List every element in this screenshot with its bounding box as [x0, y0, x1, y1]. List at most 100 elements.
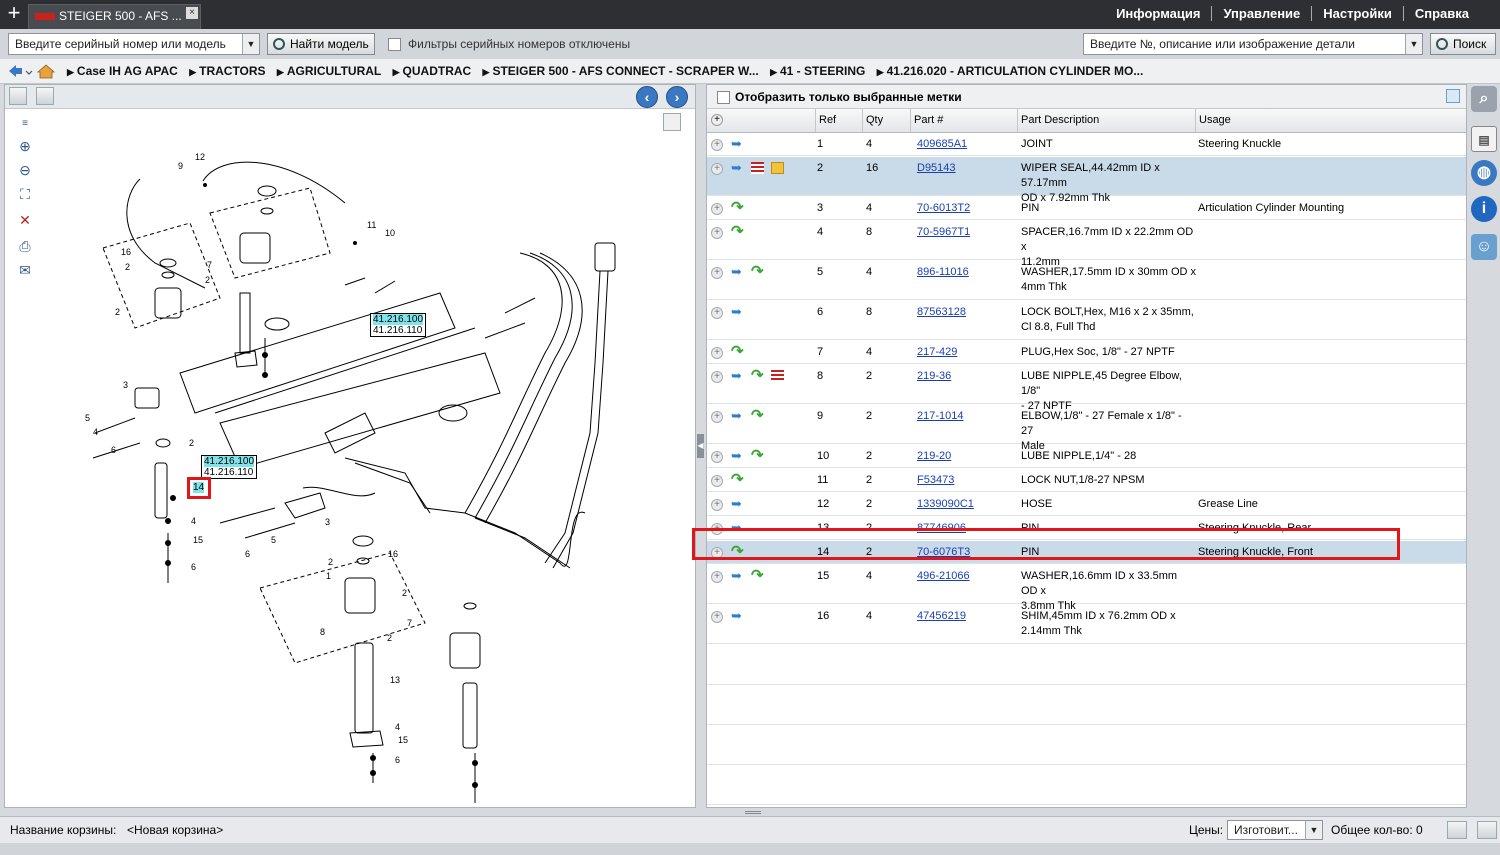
callout-upper-line2[interactable]: 41.216.110 — [373, 325, 423, 336]
table-row[interactable]: + ↷ 11 2 F53473 LOCK NUT,1/8-27 NPSM — [707, 469, 1466, 492]
table-row[interactable]: + ➥ 1 4 409685A1 JOINT Steering Knuckle — [707, 133, 1466, 156]
horizontal-splitter[interactable] — [0, 808, 1500, 816]
row-part-number-link[interactable]: 896-11016 — [917, 265, 969, 280]
related-link-icon[interactable]: ➥ — [731, 305, 745, 318]
clear-selection-icon[interactable]: ✕ — [16, 211, 34, 229]
row-part-number-link[interactable]: 219-20 — [917, 449, 951, 464]
replacement-arrow-icon[interactable]: ↷ — [731, 200, 747, 215]
back-home-icon[interactable] — [8, 64, 56, 79]
serial-filter-checkbox[interactable] — [388, 38, 401, 51]
replacement-arrow-icon[interactable]: ↷ — [751, 568, 767, 583]
new-tab-button[interactable]: + — [4, 2, 24, 26]
col-part-number[interactable]: Part # — [910, 109, 1018, 132]
zoom-out-icon[interactable]: ⊖ — [16, 161, 34, 179]
callout-upper-line1[interactable]: 41.216.100 — [373, 314, 424, 325]
add-to-cart-icon[interactable]: + — [711, 307, 723, 319]
col-usage[interactable]: Usage — [1195, 109, 1466, 132]
row-part-number-link[interactable]: 496-21066 — [917, 569, 970, 584]
callout-upper[interactable]: 41.216.100 41.216.110 — [370, 313, 427, 337]
table-row[interactable]: + ➥ 6 8 87563128 LOCK BOLT,Hex, M16 x 2 x 35m… — [707, 301, 1466, 340]
add-to-cart-icon[interactable]: + — [711, 227, 723, 239]
table-row[interactable]: + ↷ 7 4 217-429 PLUG,Hex Soc, 1/8" - 27 NPTF — [707, 341, 1466, 364]
forward-arrow-icon[interactable]: › — [666, 86, 688, 108]
menu-manage[interactable]: Управление — [1211, 6, 1311, 21]
callout-lower-line2[interactable]: 41.216.110 — [204, 467, 254, 478]
add-to-cart-icon[interactable]: + — [711, 475, 723, 487]
parts-diagram[interactable]: 1291110 162 72 2354 62415 6356 16212 7821… — [45, 113, 655, 803]
table-row[interactable]: + ➥ 2 16 D95143 WIPER SEAL,44.42mm ID x 57.17… — [707, 157, 1466, 204]
add-to-cart-icon[interactable]: + — [711, 371, 723, 383]
related-link-icon[interactable]: ➥ — [731, 161, 745, 174]
restore-window-icon[interactable] — [1447, 821, 1467, 839]
column-chooser-icon[interactable] — [1446, 89, 1460, 103]
add-to-cart-icon[interactable]: + — [711, 163, 723, 175]
print-icon[interactable]: ⎙ — [16, 237, 34, 255]
fit-to-window-icon[interactable]: ⛶ — [16, 185, 34, 203]
diagram-overview-toggle[interactable] — [663, 113, 681, 131]
next-page-icon[interactable] — [36, 87, 54, 105]
pane-splitter[interactable]: ◀ — [696, 84, 706, 808]
callout-lower-line1[interactable]: 41.216.100 — [204, 456, 255, 467]
crumb-assembly[interactable]: 41.216.020 - ARTICULATION CYLINDER MO... — [877, 64, 1144, 78]
zoom-in-icon[interactable]: ⊕ — [16, 137, 34, 155]
close-tab-icon[interactable]: × — [186, 7, 198, 19]
menu-settings[interactable]: Настройки — [1311, 6, 1403, 21]
table-row[interactable]: + ➥ ↷ 8 2 219-36 LUBE NIPPLE,45 Degree Elbow, … — [707, 365, 1466, 412]
crumb-tractors[interactable]: TRACTORS — [189, 64, 265, 78]
related-link-icon[interactable]: ➥ — [731, 569, 745, 582]
info-icon[interactable]: i — [1471, 196, 1497, 222]
row-part-number-link[interactable]: 217-429 — [917, 345, 957, 360]
row-part-number-link[interactable]: D95143 — [917, 161, 956, 176]
user-chat-icon[interactable]: ☺ — [1471, 234, 1497, 260]
menu-info[interactable]: Информация — [1105, 6, 1211, 21]
cart-name-value[interactable]: <Новая корзина> — [127, 823, 223, 837]
related-link-icon[interactable]: ➥ — [731, 265, 745, 278]
package-icon[interactable] — [771, 162, 784, 174]
crumb-brand[interactable]: Case IH AG APAC — [67, 64, 178, 78]
globe-icon[interactable]: ◍ — [1471, 160, 1497, 186]
serial-model-input[interactable]: Введите серийный номер или модель ▼ — [8, 33, 260, 55]
add-to-cart-icon[interactable]: + — [711, 347, 723, 359]
highlight-ref-label[interactable]: 14 — [193, 482, 205, 493]
table-row[interactable]: + ➥ ↷ 9 2 217-1014 ELBOW,1/8" - 27 Female x 1/… — [707, 405, 1466, 452]
maximize-icon[interactable] — [1477, 821, 1497, 839]
table-row[interactable]: + ➥ 12 2 1339090C1 HOSE Grease Line — [707, 493, 1466, 516]
add-to-cart-icon[interactable]: + — [711, 571, 723, 583]
row-part-number-link[interactable]: 87563128 — [917, 305, 966, 320]
related-link-icon[interactable]: ➥ — [731, 369, 745, 382]
related-link-icon[interactable]: ➥ — [731, 609, 745, 622]
row-part-number-link[interactable]: F53473 — [917, 473, 954, 488]
table-row[interactable]: + ↷ 4 8 70-5967T1 SPACER,16.7mm ID x 22.2mm O… — [707, 221, 1466, 268]
part-search-input[interactable]: Введите №, описание или изображение дета… — [1083, 33, 1423, 55]
replacement-arrow-icon[interactable]: ↷ — [751, 448, 767, 463]
crumb-steering[interactable]: 41 - STEERING — [770, 64, 865, 78]
replacement-arrow-icon[interactable]: ↷ — [731, 344, 747, 359]
col-ref[interactable]: Ref — [815, 109, 865, 132]
row-part-number-link[interactable]: 70-5967T1 — [917, 225, 970, 240]
replacement-arrow-icon[interactable]: ↷ — [751, 264, 767, 279]
add-to-cart-icon[interactable]: + — [711, 267, 723, 279]
row-part-number-link[interactable]: 47456219 — [917, 609, 966, 624]
chevron-down-icon[interactable]: ▼ — [1405, 34, 1422, 54]
table-row[interactable]: + ➥ ↷ 5 4 896-11016 WASHER,17.5mm ID x 30mm OD… — [707, 261, 1466, 300]
row-part-number-link[interactable]: 409685A1 — [917, 137, 967, 152]
search-button[interactable]: Поиск — [1430, 33, 1496, 55]
document-icon[interactable]: ▤ — [1471, 126, 1497, 152]
search-icon[interactable]: ⌕ — [1471, 86, 1497, 112]
crumb-quadtrac[interactable]: QUADTRAC — [393, 64, 472, 78]
related-link-icon[interactable]: ➥ — [731, 409, 745, 422]
add-to-cart-icon[interactable]: + — [711, 411, 723, 423]
find-model-button[interactable]: Найти модель — [267, 33, 375, 55]
related-link-icon[interactable]: ➥ — [731, 137, 745, 150]
add-all-icon[interactable]: + — [711, 114, 723, 126]
show-selected-checkbox[interactable] — [717, 91, 730, 104]
replacement-arrow-icon[interactable]: ↷ — [731, 472, 747, 487]
tab-steiger[interactable]: STEIGER 500 - AFS ... × — [28, 4, 201, 29]
table-row[interactable]: + ➥ ↷ 10 2 219-20 LUBE NIPPLE,1/4" - 28 — [707, 445, 1466, 468]
previous-page-icon[interactable] — [9, 87, 27, 105]
add-to-cart-icon[interactable]: + — [711, 139, 723, 151]
table-row[interactable]: + ↷ 3 4 70-6013T2 PIN Articulation Cylinder Mo… — [707, 197, 1466, 220]
back-arrow-icon[interactable]: ‹ — [636, 86, 658, 108]
callout-lower[interactable]: 41.216.100 41.216.110 — [201, 455, 258, 479]
chevron-down-icon[interactable]: ▼ — [1305, 821, 1322, 839]
